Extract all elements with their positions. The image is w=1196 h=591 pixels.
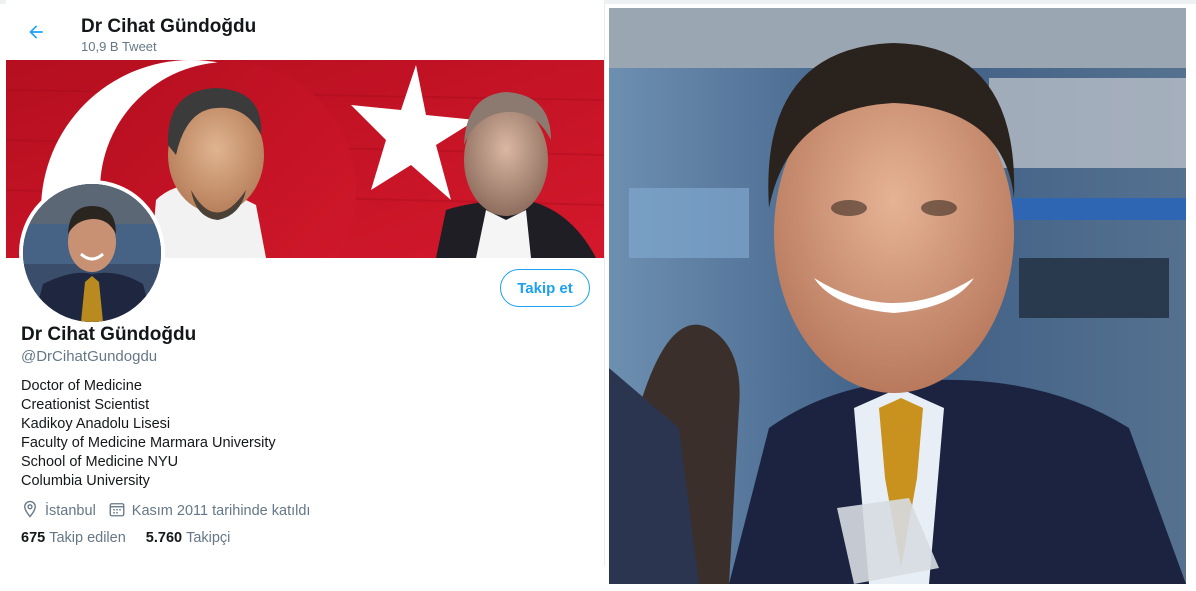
header-title: Dr Cihat Gündoğdu <box>81 16 257 37</box>
avatar[interactable] <box>19 180 165 326</box>
bio-line: Creationist Scientist <box>21 397 150 413</box>
tweet-count: 10,9 B Tweet <box>81 39 157 54</box>
following-link[interactable]: 675 Takip edilen <box>21 530 126 546</box>
profile-bio: Doctor of Medicine Creationist Scientist… <box>21 377 276 491</box>
bio-line: Columbia University <box>21 473 150 489</box>
following-label: Takip edilen <box>49 530 126 546</box>
following-count: 675 <box>21 530 46 546</box>
follow-button[interactable]: Takip et <box>500 269 590 307</box>
display-name: Dr Cihat Gündoğdu <box>21 324 197 345</box>
profile-meta: İstanbul Kasım 2011 tarihinde katıldı <box>21 500 322 522</box>
followers-label: Takipçi <box>186 530 231 546</box>
join-date-text: Kasım 2011 tarihinde katıldı <box>131 503 311 519</box>
map-pin-icon <box>21 500 45 522</box>
back-button[interactable] <box>20 18 52 50</box>
bio-line: Kadikoy Anadolu Lisesi <box>21 416 171 432</box>
followers-count: 5.760 <box>145 530 183 546</box>
profile-header: Dr Cihat Gündoğdu 10,9 B Tweet <box>6 8 604 58</box>
followers-link[interactable]: 5.760 Takipçi <box>146 530 231 546</box>
twitter-profile-panel: Dr Cihat Gündoğdu 10,9 B Tweet Takip et … <box>6 0 605 566</box>
join-date: Kasım 2011 tarihinde katıldı <box>108 500 311 522</box>
arrow-left-icon <box>26 22 46 47</box>
calendar-icon <box>108 500 132 522</box>
user-handle: @DrCihatGundogdu <box>21 348 158 365</box>
bio-line: Faculty of Medicine Marmara University <box>21 435 276 451</box>
bio-line: Doctor of Medicine <box>21 378 142 394</box>
bio-line: School of Medicine NYU <box>21 454 179 470</box>
location-text: İstanbul <box>45 503 96 519</box>
portrait-photo <box>609 8 1186 584</box>
profile-stats: 675 Takip edilen 5.760 Takipçi <box>21 530 250 546</box>
location: İstanbul <box>21 500 96 522</box>
